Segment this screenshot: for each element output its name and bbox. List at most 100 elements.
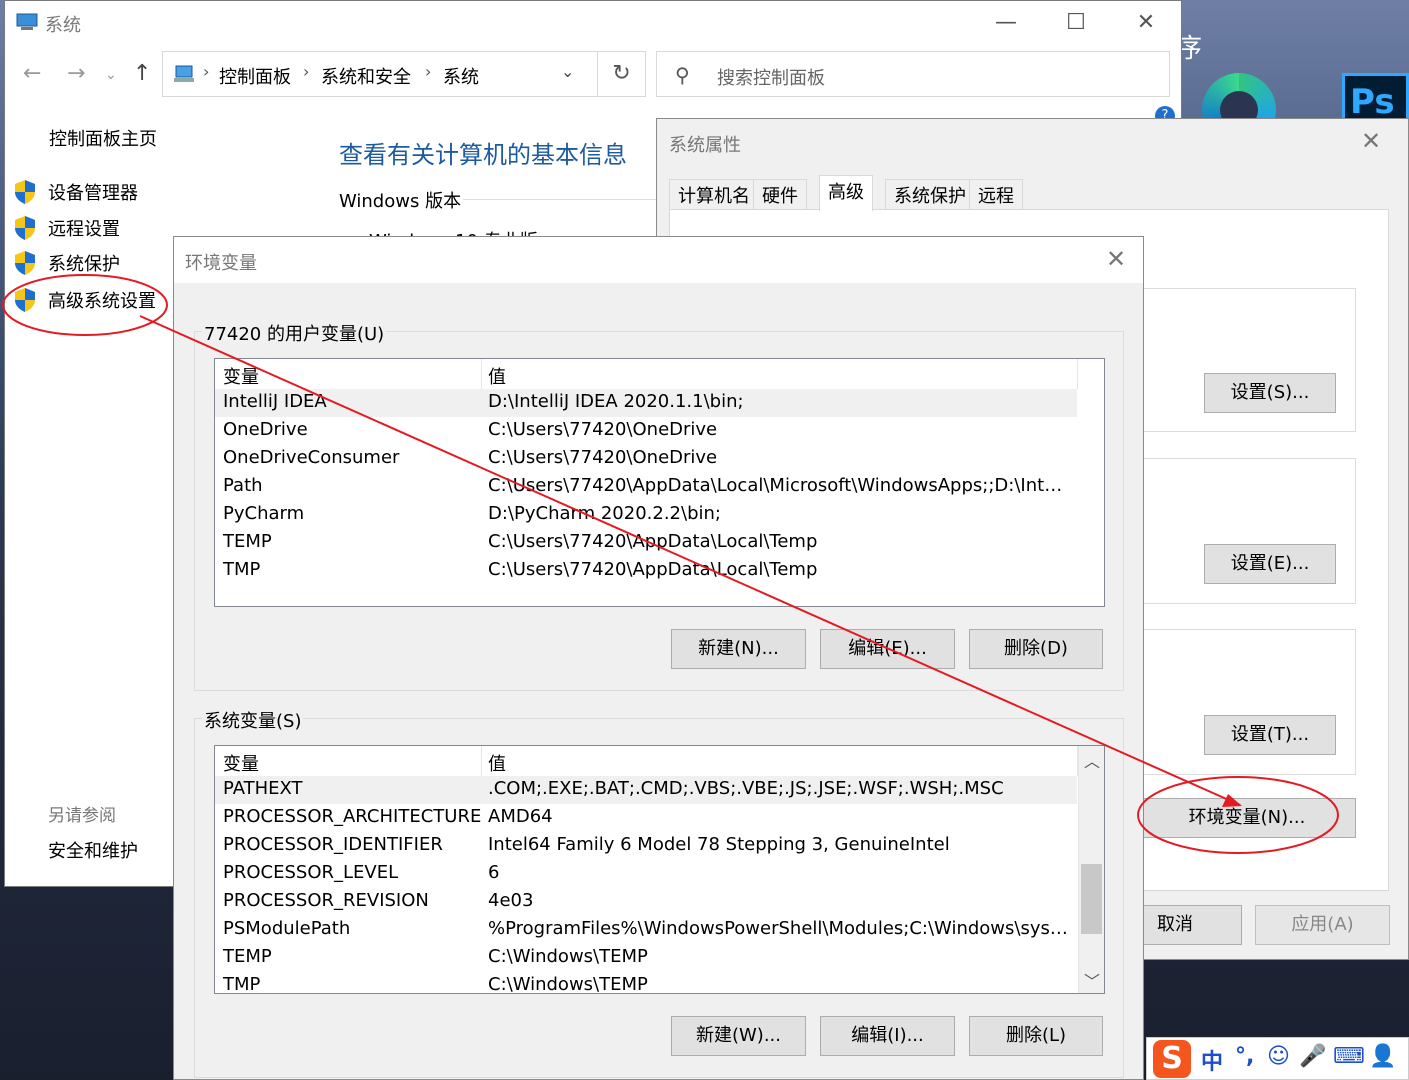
sidebar-item-label: 高级系统设置 [48,291,156,312]
table-row[interactable]: TEMP C:\Windows\TEMP [215,944,1077,972]
sidebar-item-advanced-settings[interactable]: 高级系统设置 [13,285,183,315]
column-header-variable[interactable]: 变量 [223,750,259,776]
up-arrow-icon[interactable]: ↑ [133,61,151,86]
ime-mode-toggle[interactable]: 中 [1201,1044,1223,1076]
user-icon[interactable]: 👤 [1369,1044,1396,1069]
sidebar-item-device-manager[interactable]: 设备管理器 [13,177,183,207]
breadcrumb-system[interactable]: 系统 [443,63,479,89]
back-arrow-icon[interactable]: ← [23,61,41,86]
apply-button: 应用(A) [1255,905,1390,945]
breadcrumb-separator-icon: › [425,62,432,81]
close-button[interactable]: ✕ [1111,1,1181,45]
shield-icon [15,180,35,204]
column-header-value[interactable]: 值 [488,750,506,776]
user-new-button[interactable]: 新建(N)... [671,629,806,669]
breadcrumb-system-security[interactable]: 系统和安全 [321,63,411,89]
environment-variables-button[interactable]: 环境变量(N)... [1138,798,1356,838]
table-row[interactable]: PSModulePath %ProgramFiles%\WindowsPowerS… [215,916,1077,944]
scrollbar-thumb[interactable] [1081,864,1102,934]
recent-dropdown-icon[interactable]: ⌄ [105,67,117,83]
tab-hardware[interactable]: 硬件 [753,179,807,209]
tab-computer-name[interactable]: 计算机名 [669,179,759,209]
chevron-up-icon[interactable]: ︿ [1079,748,1104,772]
system-titlebar: 系统 — ☐ ✕ [5,1,1181,45]
list-header: 变量 值 [215,746,1104,776]
search-icon: ⚲ [675,63,690,87]
close-icon[interactable]: ✕ [1361,127,1381,155]
sidebar-item-label: 系统保护 [48,254,120,275]
table-row[interactable]: PROCESSOR_ARCHITECTURE AMD64 [215,804,1077,832]
forward-arrow-icon[interactable]: → [67,61,85,86]
system-variables-list[interactable]: 变量 值 PATHEXT .COM;.EXE;.BAT;.CMD;.VBS;.VB… [214,745,1105,994]
dialog-titlebar: 环境变量 ✕ [174,237,1143,283]
user-variables-list[interactable]: 变量 值 IntelliJ IDEA D:\IntelliJ IDEA 2020.… [214,358,1105,607]
variable-value: 4e03 [488,890,534,911]
minimize-button[interactable]: — [971,1,1041,45]
variable-value: 6 [488,862,500,883]
sidebar-control-panel-home[interactable]: 控制面板主页 [49,125,157,151]
table-row[interactable]: PyCharm D:\PyCharm 2020.2.2\bin; [215,501,1077,529]
refresh-icon[interactable]: ↻ [598,51,646,97]
startup-settings-button[interactable]: 设置(T)... [1204,715,1336,755]
dialog-title: 环境变量 [185,253,257,274]
control-panel-icon [174,65,194,82]
close-icon[interactable]: ✕ [1106,245,1126,273]
variable-value: C:\Users\77420\AppData\Local\Temp [488,559,818,580]
tab-remote[interactable]: 远程 [969,179,1023,209]
performance-settings-button[interactable]: 设置(S)... [1204,373,1336,413]
page-title: 查看有关计算机的基本信息 [339,141,627,169]
variable-name: Path [223,475,263,496]
chevron-down-icon[interactable]: ﹀ [1079,968,1104,992]
breadcrumb-control-panel[interactable]: 控制面板 [219,63,291,89]
table-row[interactable]: TMP C:\Windows\TEMP [215,972,1077,993]
user-edit-button[interactable]: 编辑(E)... [820,629,955,669]
system-window-title: 系统 [45,15,81,36]
sogou-ime-icon[interactable]: S [1153,1040,1191,1078]
system-new-button[interactable]: 新建(W)... [671,1016,806,1056]
variable-name: PROCESSOR_REVISION [223,890,429,911]
variable-value: C:\Users\77420\AppData\Local\Temp [488,531,818,552]
variable-name: PATHEXT [223,778,303,799]
variable-name: TMP [223,559,261,580]
see-also-label: 另请参阅 [48,806,116,826]
column-header-variable[interactable]: 变量 [223,363,259,389]
table-row[interactable]: TEMP C:\Users\77420\AppData\Local\Temp [215,529,1077,557]
column-header-value[interactable]: 值 [488,363,506,389]
emoji-icon[interactable]: ☺ [1267,1044,1290,1069]
scrollbar[interactable]: ︿ ﹀ [1078,746,1104,993]
table-row[interactable]: PATHEXT .COM;.EXE;.BAT;.CMD;.VBS;.VBE;.JS… [215,776,1077,804]
table-row[interactable]: Path C:\Users\77420\AppData\Local\Microso… [215,473,1077,501]
system-edit-button[interactable]: 编辑(I)... [820,1016,955,1056]
sidebar-security-maintenance[interactable]: 安全和维护 [48,837,138,863]
tab-system-protection[interactable]: 系统保护 [885,179,975,209]
user-profiles-settings-button[interactable]: 设置(E)... [1204,544,1336,584]
user-delete-button[interactable]: 删除(D) [969,629,1103,669]
maximize-button[interactable]: ☐ [1041,1,1111,45]
sidebar-item-remote-settings[interactable]: 远程设置 [13,213,183,243]
computer-icon [16,13,38,30]
table-row[interactable]: TMP C:\Users\77420\AppData\Local\Temp [215,557,1077,585]
table-row[interactable]: PROCESSOR_LEVEL 6 [215,860,1077,888]
sidebar-item-system-protection[interactable]: 系统保护 [13,248,183,278]
variable-value: D:\IntelliJ IDEA 2020.1.1\bin; [488,391,744,412]
table-row[interactable]: OneDrive C:\Users\77420\OneDrive [215,417,1077,445]
table-row[interactable]: PROCESSOR_IDENTIFIER Intel64 Family 6 Mod… [215,832,1077,860]
variable-name: PROCESSOR_ARCHITECTURE [223,806,482,827]
variable-name: TEMP [223,531,272,552]
variable-name: PROCESSOR_IDENTIFIER [223,834,443,855]
ime-punctuation-toggle[interactable]: °, [1235,1044,1254,1069]
list-header: 变量 值 [215,359,1104,389]
chevron-down-icon[interactable]: ⌄ [561,62,574,81]
system-delete-button[interactable]: 删除(L) [969,1016,1103,1056]
search-placeholder: 搜索控制面板 [717,68,825,89]
variable-value: D:\PyCharm 2020.2.2\bin; [488,503,721,524]
address-bar[interactable]: › 控制面板 › 系统和安全 › 系统 ⌄ [162,51,598,97]
keyboard-icon[interactable]: ⌨ [1333,1044,1365,1069]
search-input[interactable]: ⚲ 搜索控制面板 [656,51,1170,97]
table-row[interactable]: OneDriveConsumer C:\Users\77420\OneDrive [215,445,1077,473]
tab-advanced[interactable]: 高级 [819,175,873,211]
shield-icon [15,288,35,312]
table-row[interactable]: IntelliJ IDEA D:\IntelliJ IDEA 2020.1.1\b… [215,389,1077,417]
microphone-icon[interactable]: 🎤 [1299,1044,1326,1069]
table-row[interactable]: PROCESSOR_REVISION 4e03 [215,888,1077,916]
